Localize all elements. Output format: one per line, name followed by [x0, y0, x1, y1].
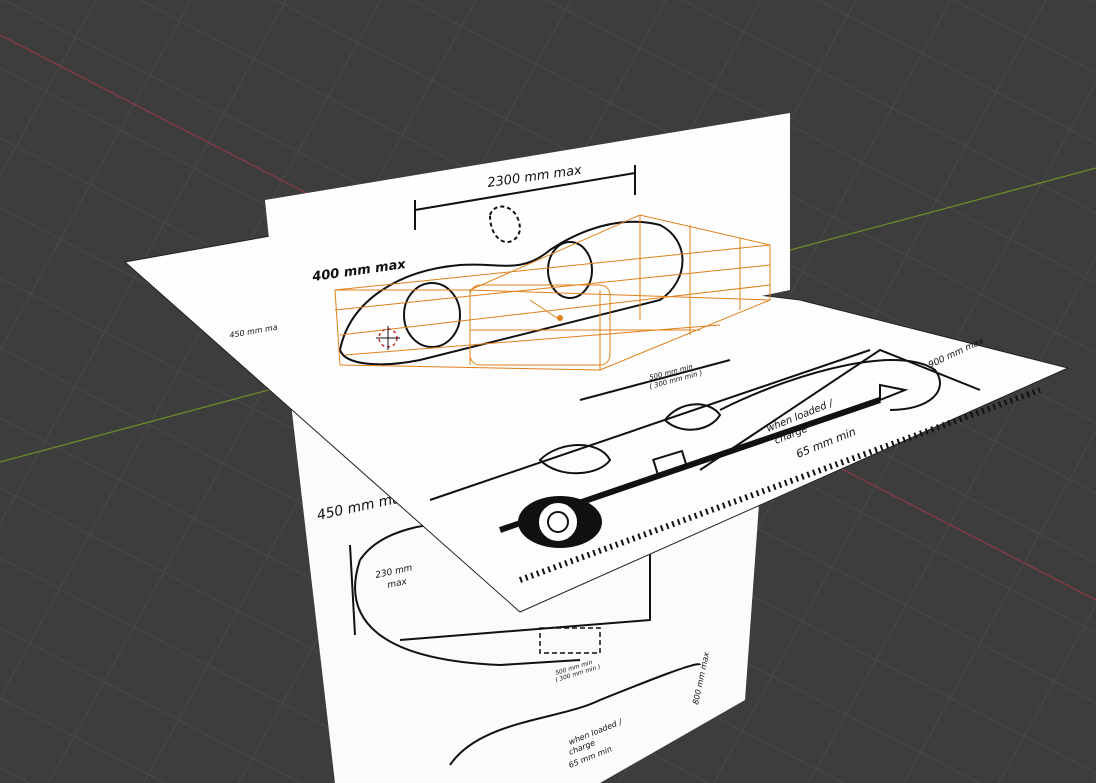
grid-line	[818, 0, 1096, 144]
grid-line	[0, 627, 301, 783]
wheel-icon	[518, 496, 602, 548]
grid-line	[0, 0, 2, 2]
grid-line	[0, 0, 97, 177]
grid-line	[903, 430, 1096, 783]
origin-dot	[557, 315, 563, 321]
grid-line	[0, 697, 165, 783]
grid-line	[0, 767, 30, 783]
viewport-scene[interactable]: 450 mm max 230 mm max 500 mm min ( 300 m…	[0, 0, 1096, 783]
grid-line	[0, 0, 192, 351]
3d-viewport[interactable]: 450 mm max 230 mm max 500 mm min ( 300 m…	[0, 0, 1096, 783]
grid-line	[998, 604, 1096, 783]
grid-line	[1089, 0, 1096, 4]
grid-line	[953, 0, 1096, 74]
